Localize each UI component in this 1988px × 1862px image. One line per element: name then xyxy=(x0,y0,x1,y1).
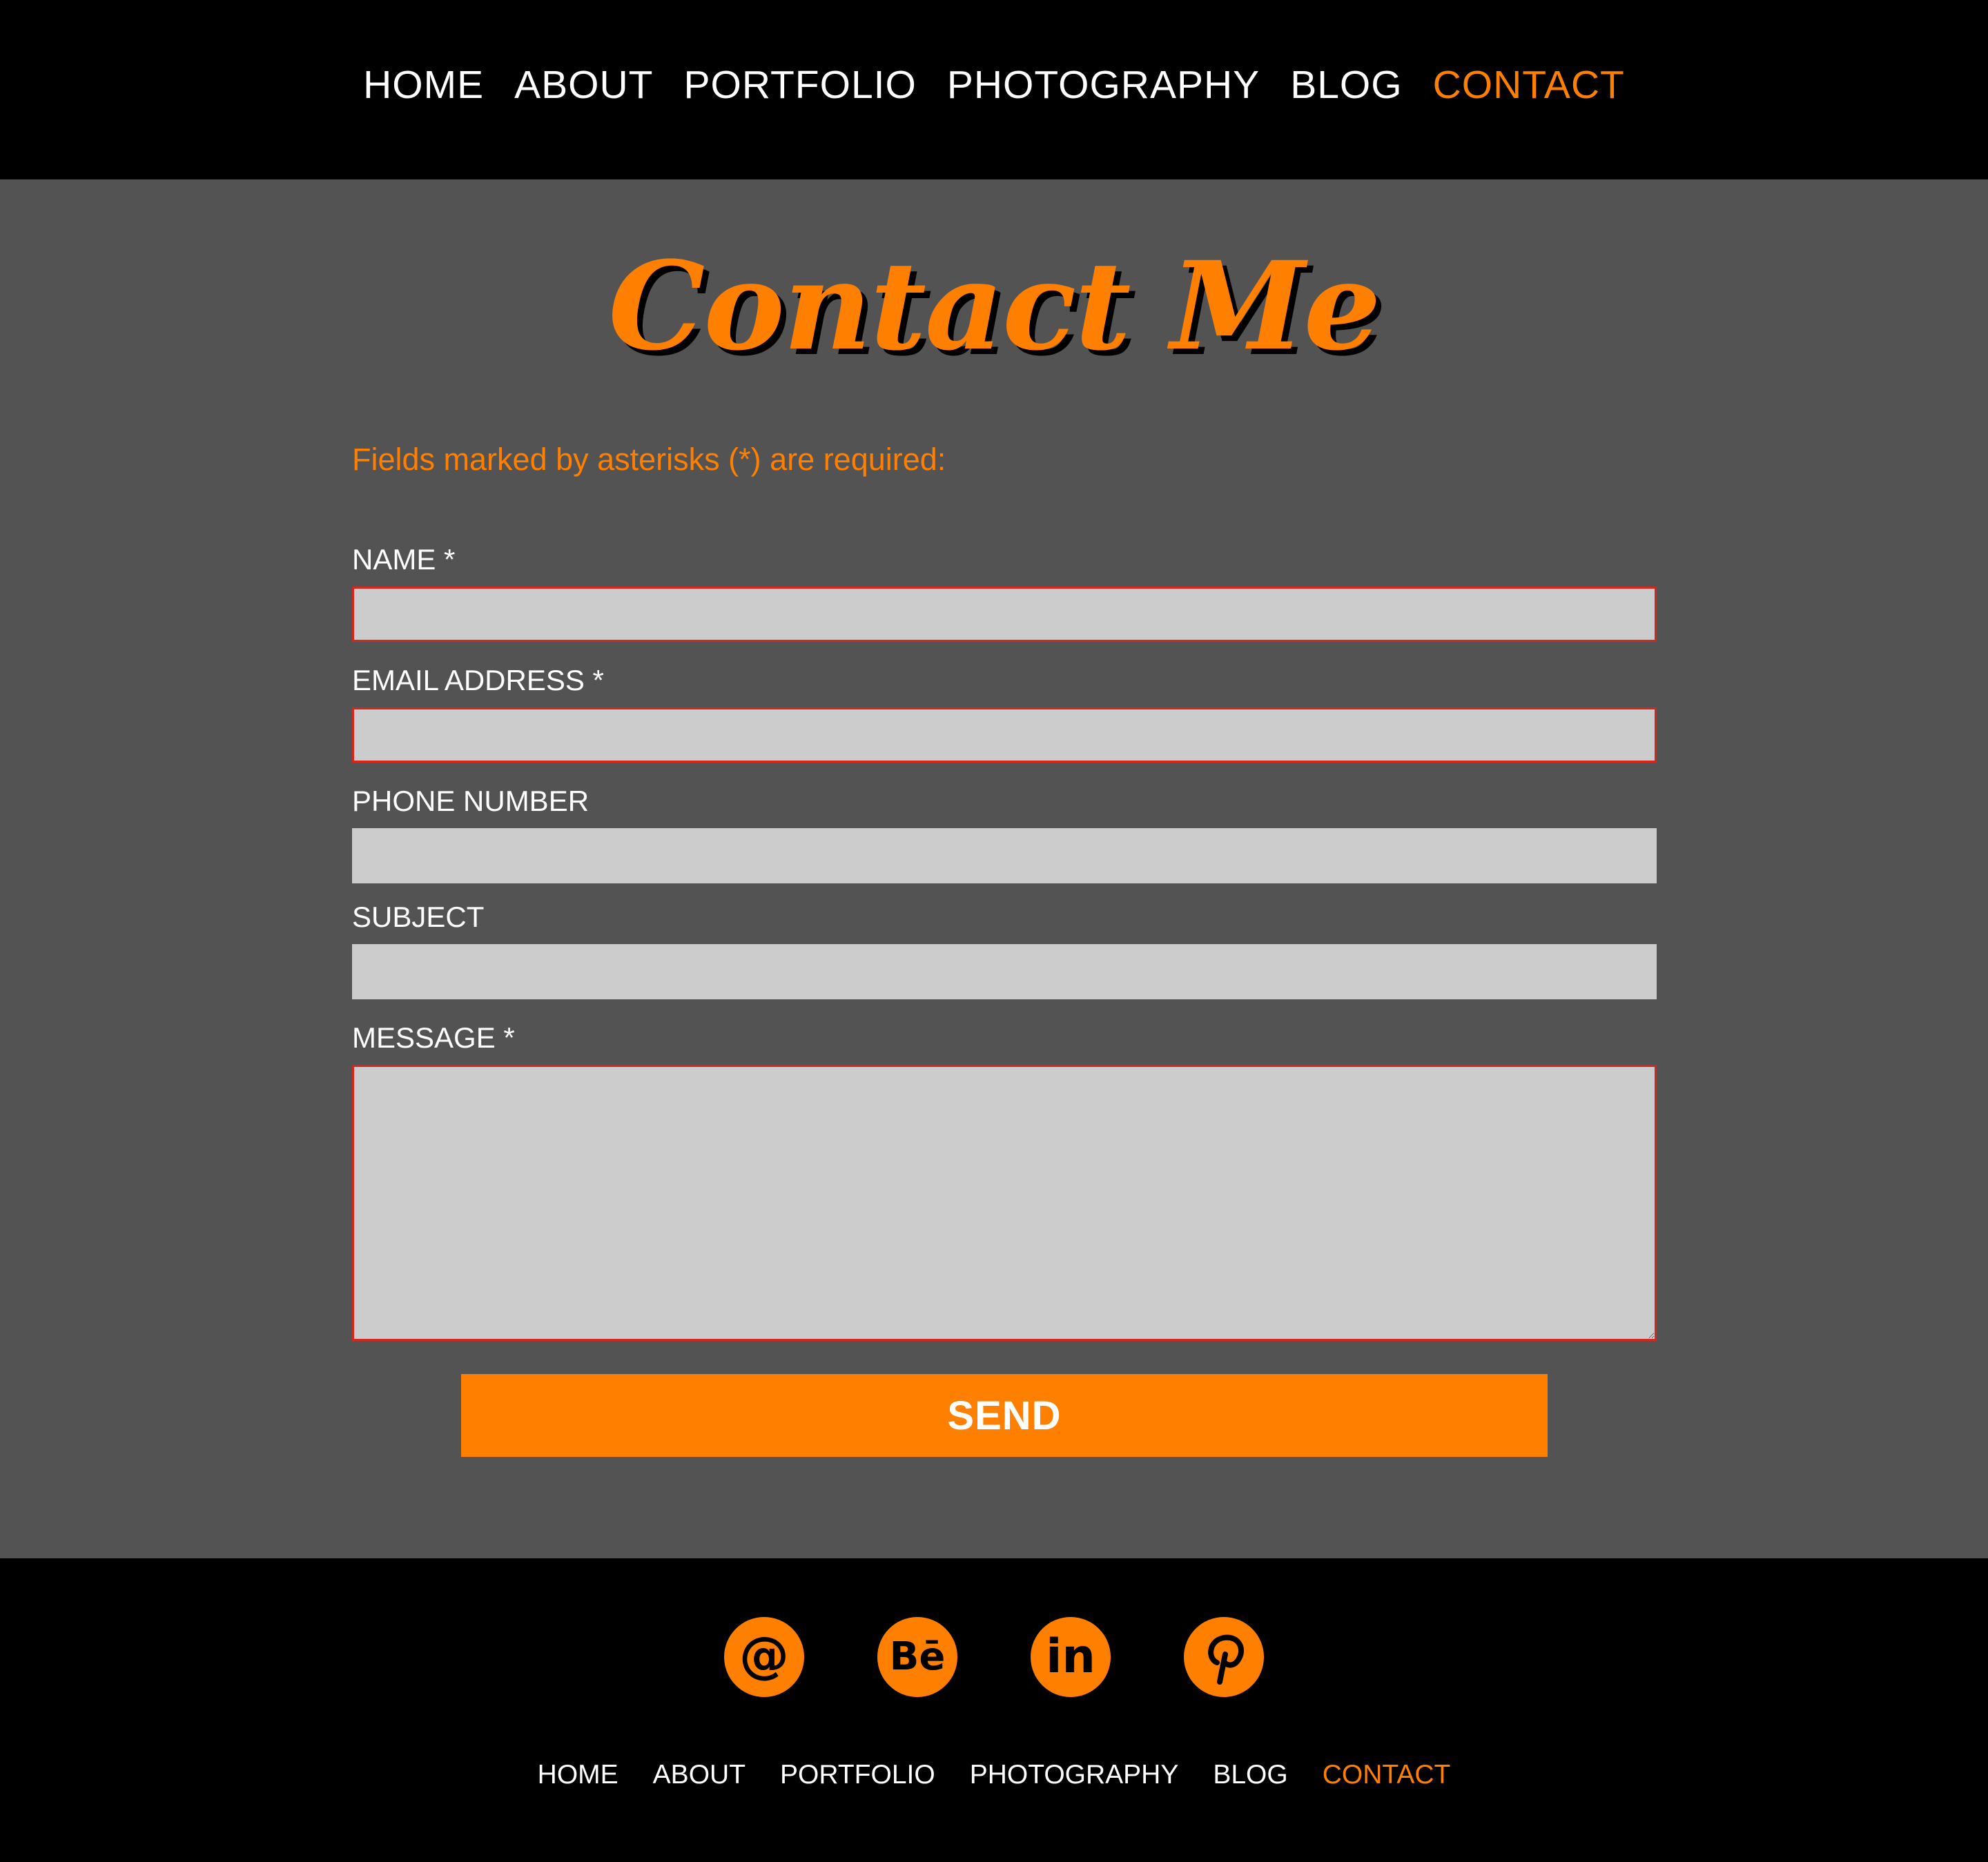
footer-nav-blog[interactable]: BLOG xyxy=(1213,1760,1287,1790)
message-textarea[interactable] xyxy=(352,1065,1657,1341)
nav-photography[interactable]: PHOTOGRAPHY xyxy=(947,63,1260,107)
email-icon: @ xyxy=(739,1626,789,1684)
top-nav-list: HOME ABOUT PORTFOLIO PHOTOGRAPHY BLOG CO… xyxy=(0,0,1988,169)
subject-label: SUBJECT xyxy=(352,901,485,933)
svg-text:@: @ xyxy=(739,1626,789,1684)
footer-nav-photography[interactable]: PHOTOGRAPHY xyxy=(970,1760,1179,1790)
footer-nav-contact[interactable]: CONTACT xyxy=(1323,1760,1451,1790)
behance-icon: Bē xyxy=(890,1634,946,1679)
nav-blog[interactable]: BLOG xyxy=(1290,63,1402,107)
email-link[interactable]: @ xyxy=(724,1617,804,1697)
subject-input[interactable] xyxy=(352,944,1657,999)
contact-section: Contact Me Fields marked by asterisks (*… xyxy=(0,179,1988,1558)
footer-nav-home[interactable]: HOME xyxy=(538,1760,618,1790)
nav-contact[interactable]: CONTACT xyxy=(1433,63,1625,107)
pinterest-icon xyxy=(1208,1634,1245,1685)
phone-input[interactable] xyxy=(352,828,1657,883)
nav-home[interactable]: HOME xyxy=(363,63,484,107)
name-input[interactable] xyxy=(352,587,1657,642)
behance-link[interactable]: Bē xyxy=(877,1617,957,1697)
email-input[interactable] xyxy=(352,707,1657,763)
send-button[interactable]: SEND xyxy=(461,1374,1548,1457)
nav-about[interactable]: ABOUT xyxy=(514,63,653,107)
email-label: EMAIL ADDRESS * xyxy=(352,664,604,696)
footer: @ Bē in HOME ABOUT PORTFOLIO PHOTOGRAPHY xyxy=(0,1558,1988,1862)
nav-portfolio[interactable]: PORTFOLIO xyxy=(683,63,916,107)
footer-nav-list: HOME ABOUT PORTFOLIO PHOTOGRAPHY BLOG CO… xyxy=(0,1760,1988,1790)
footer-nav-portfolio[interactable]: PORTFOLIO xyxy=(780,1760,935,1790)
phone-label: PHONE NUMBER xyxy=(352,785,589,817)
message-label: MESSAGE * xyxy=(352,1021,515,1054)
required-note: Fields marked by asterisks (*) are requi… xyxy=(352,442,946,477)
footer-nav-about[interactable]: ABOUT xyxy=(653,1760,746,1790)
top-navigation: HOME ABOUT PORTFOLIO PHOTOGRAPHY BLOG CO… xyxy=(0,0,1988,179)
social-links: @ Bē in xyxy=(0,1617,1988,1697)
svg-text:Bē: Bē xyxy=(890,1634,946,1679)
svg-text:in: in xyxy=(1046,1629,1095,1684)
pinterest-link[interactable] xyxy=(1184,1617,1264,1697)
page-title: Contact Me xyxy=(608,235,1381,378)
linkedin-icon: in xyxy=(1046,1629,1095,1684)
linkedin-link[interactable]: in xyxy=(1031,1617,1111,1697)
name-label: NAME * xyxy=(352,543,456,576)
